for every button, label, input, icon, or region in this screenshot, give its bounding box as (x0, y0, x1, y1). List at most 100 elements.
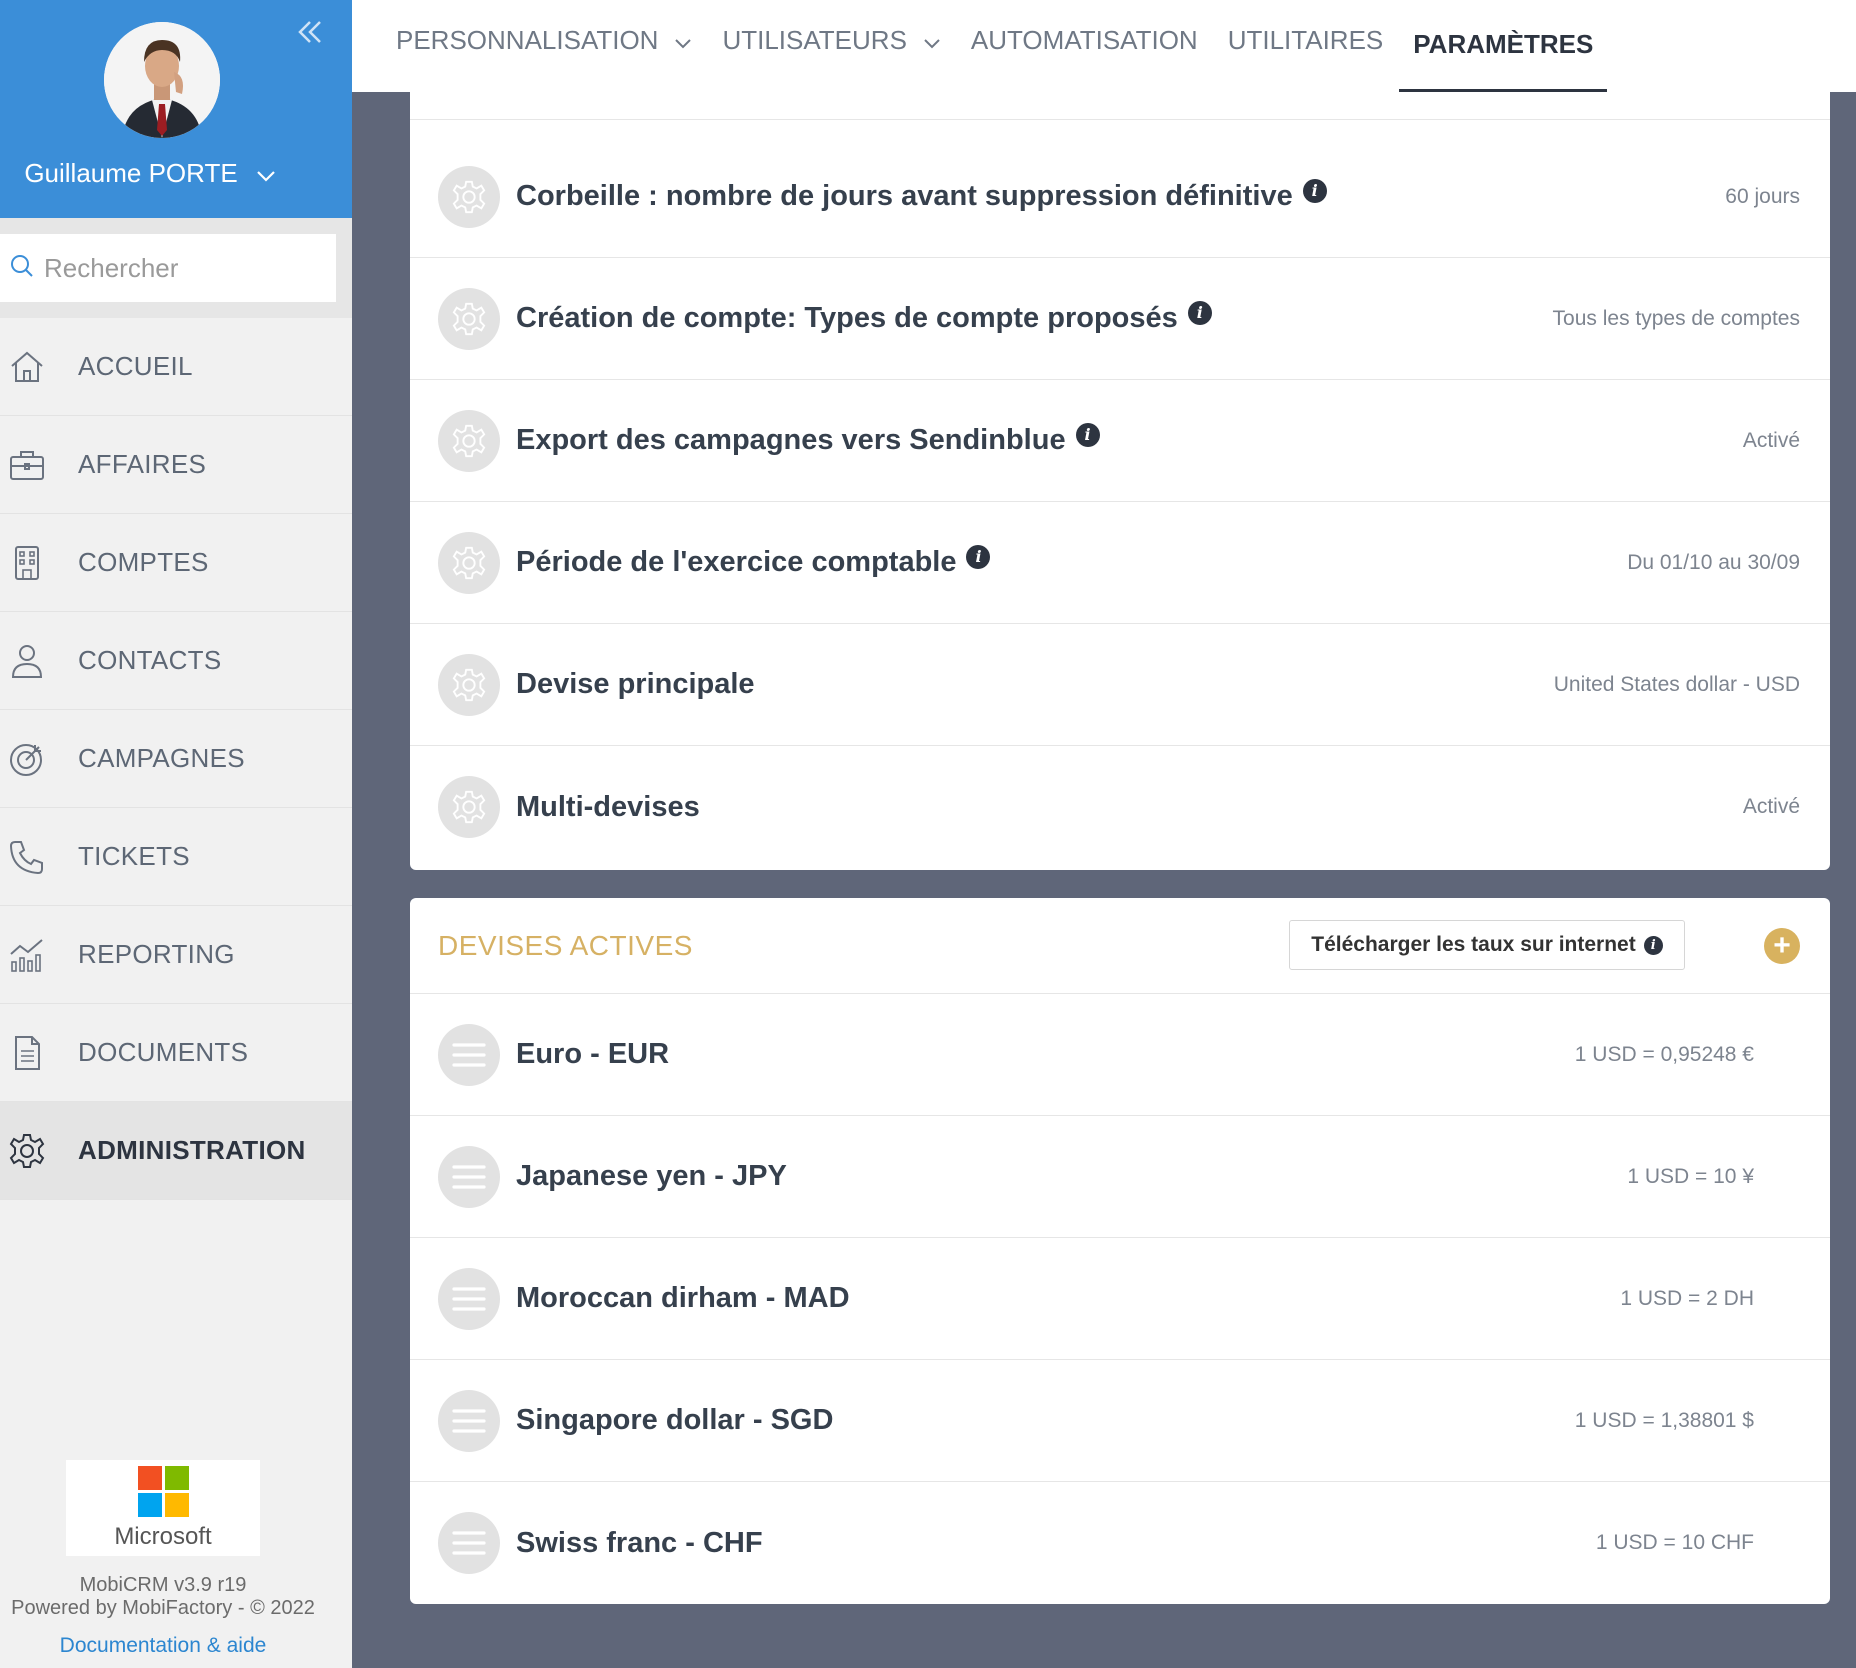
search-box[interactable] (0, 234, 336, 302)
search-icon (10, 254, 34, 283)
chevron-down-icon (674, 25, 692, 56)
nav-item-reporting[interactable]: REPORTING (0, 906, 352, 1004)
gear-icon (438, 653, 500, 716)
nav-item-affaires[interactable]: AFFAIRES (0, 416, 352, 514)
nav-item-tickets[interactable]: TICKETS (0, 808, 352, 906)
nav-item-administration[interactable]: ADMINISTRATION (0, 1102, 352, 1200)
drag-handle-icon[interactable] (438, 1389, 500, 1452)
currency-name: Singapore dollar - SGD (516, 1404, 834, 1436)
setting-label: Multi-devises (516, 790, 700, 823)
nav-item-contacts[interactable]: CONTACTS (0, 612, 352, 710)
info-icon: i (1643, 935, 1663, 955)
currency-rate: 1 USD = 0,95248 € (1574, 1042, 1754, 1066)
download-rates-button[interactable]: Télécharger les taux sur internet i (1289, 920, 1685, 970)
nav-item-documents[interactable]: DOCUMENTS (0, 1004, 352, 1102)
setting-title: Export des campagnes vers Sendinblue i (516, 422, 1100, 459)
person-icon (0, 642, 78, 680)
document-icon (0, 1034, 78, 1072)
collapse-sidebar-icon[interactable] (292, 14, 328, 50)
setting-title: Multi-devises (516, 791, 700, 824)
info-icon[interactable]: i (966, 544, 991, 569)
setting-value: 60 jours (1725, 184, 1800, 208)
nav-item-comptes[interactable]: COMPTES (0, 514, 352, 612)
profile-header: Guillaume PORTE (0, 0, 352, 218)
nav-label: REPORTING (78, 939, 235, 969)
setting-label: Corbeille : nombre de jours avant suppre… (516, 180, 1293, 212)
setting-value: United States dollar - USD (1553, 672, 1800, 696)
card-title: DEVISES ACTIVES (438, 930, 693, 961)
setting-value: Activé (1742, 428, 1800, 452)
gear-icon (438, 531, 500, 594)
nav-item-accueil[interactable]: ACCUEIL (0, 318, 352, 416)
building-icon (0, 544, 78, 582)
currency-rate: 1 USD = 10 ¥ (1627, 1164, 1754, 1188)
drag-handle-icon[interactable] (438, 1512, 500, 1574)
tab-label: UTILITAIRES (1227, 24, 1384, 55)
card-header: DEVISES ACTIVES Télécharger les taux sur… (410, 898, 1830, 994)
drag-handle-icon[interactable] (438, 1023, 500, 1086)
setting-row[interactable]: Création de compte: Types de compte prop… (410, 258, 1830, 380)
nav-label: CONTACTS (78, 645, 222, 675)
setting-row[interactable]: Devise principale United States dollar -… (410, 624, 1830, 746)
nav-label: AFFAIRES (78, 449, 207, 479)
tab-personnalisation[interactable]: PERSONNALISATION (396, 0, 692, 80)
documentation-link[interactable]: Documentation & aide (0, 1634, 326, 1658)
currency-row[interactable]: Euro - EUR 1 USD = 0,95248 € (410, 994, 1830, 1116)
version-info: MobiCRM v3.9 r19 Powered by MobiFactory … (0, 1574, 326, 1620)
info-icon[interactable]: i (1187, 300, 1212, 325)
nav-label: DOCUMENTS (78, 1037, 249, 1067)
main-nav: ACCUEIL AFFAIRES COMPTES CONTACTS CAMPAG… (0, 318, 352, 1200)
powered-by-text: Powered by MobiFactory - © 2022 (11, 1597, 315, 1619)
chevron-down-icon (256, 158, 276, 189)
gear-icon (0, 1132, 78, 1170)
setting-title: Création de compte: Types de compte prop… (516, 300, 1212, 337)
tab-automatisation[interactable]: AUTOMATISATION (971, 0, 1198, 80)
drag-handle-icon[interactable] (438, 1145, 500, 1208)
info-icon[interactable]: i (1075, 422, 1100, 447)
currency-name: Japanese yen - JPY (516, 1160, 787, 1192)
nav-label: CAMPAGNES (78, 743, 245, 773)
setting-title: Devise principale (516, 668, 755, 701)
sidebar: Guillaume PORTE ACCUEIL AFFAIRES (0, 0, 352, 1668)
gear-icon (438, 165, 500, 228)
setting-label: Export des campagnes vers Sendinblue (516, 424, 1066, 456)
tab-utilisateurs[interactable]: UTILISATEURS (722, 0, 940, 80)
currency-row[interactable]: Moroccan dirham - MAD 1 USD = 2 DH (410, 1238, 1830, 1360)
microsoft-grid-icon (137, 1465, 189, 1517)
currency-row[interactable]: Singapore dollar - SGD 1 USD = 1,38801 $ (410, 1360, 1830, 1482)
tab-label: PARAMÈTRES (1413, 29, 1594, 59)
setting-row[interactable]: Export des campagnes vers Sendinblue i A… (410, 380, 1830, 502)
currency-rate: 1 USD = 10 CHF (1595, 1531, 1754, 1554)
user-name: Guillaume PORTE (24, 158, 238, 188)
avatar[interactable] (104, 22, 220, 138)
drag-handle-icon[interactable] (438, 1267, 500, 1330)
setting-value: Du 01/10 au 30/09 (1627, 550, 1800, 574)
setting-row[interactable]: Multi-devises Activé (410, 746, 1830, 868)
add-currency-button[interactable]: + (1764, 928, 1800, 964)
tab-label: UTILISATEURS (722, 24, 907, 55)
currency-row[interactable]: Swiss franc - CHF 1 USD = 10 CHF (410, 1482, 1830, 1604)
chevron-down-icon (923, 25, 941, 56)
tab-utilitaires[interactable]: UTILITAIRES (1228, 0, 1384, 80)
setting-label: Période de l'exercice comptable (516, 546, 957, 578)
download-rates-label: Télécharger les taux sur internet (1311, 933, 1636, 956)
setting-title: Corbeille : nombre de jours avant suppre… (516, 178, 1327, 215)
info-icon[interactable]: i (1302, 178, 1327, 203)
version-text: MobiCRM v3.9 r19 (79, 1574, 247, 1596)
tab-parametres[interactable]: PARAMÈTRES (1399, 0, 1608, 92)
currency-name: Euro - EUR (516, 1038, 670, 1070)
currency-name: Moroccan dirham - MAD (516, 1282, 850, 1314)
currency-row[interactable]: Japanese yen - JPY 1 USD = 10 ¥ (410, 1116, 1830, 1238)
nav-item-campagnes[interactable]: CAMPAGNES (0, 710, 352, 808)
nav-label: ACCUEIL (78, 351, 193, 381)
chart-icon (0, 936, 78, 974)
gear-icon (438, 287, 500, 350)
setting-value: Activé (1742, 795, 1800, 818)
setting-row[interactable]: Corbeille : nombre de jours avant suppre… (410, 136, 1830, 258)
search-input[interactable] (44, 252, 324, 284)
setting-row[interactable]: Période de l'exercice comptable i Du 01/… (410, 502, 1830, 624)
admin-tabs: PERSONNALISATION UTILISATEURS AUTOMATISA… (396, 0, 1637, 92)
user-menu[interactable]: Guillaume PORTE (0, 158, 300, 189)
nav-label: COMPTES (78, 547, 209, 577)
nav-label: TICKETS (78, 841, 190, 871)
